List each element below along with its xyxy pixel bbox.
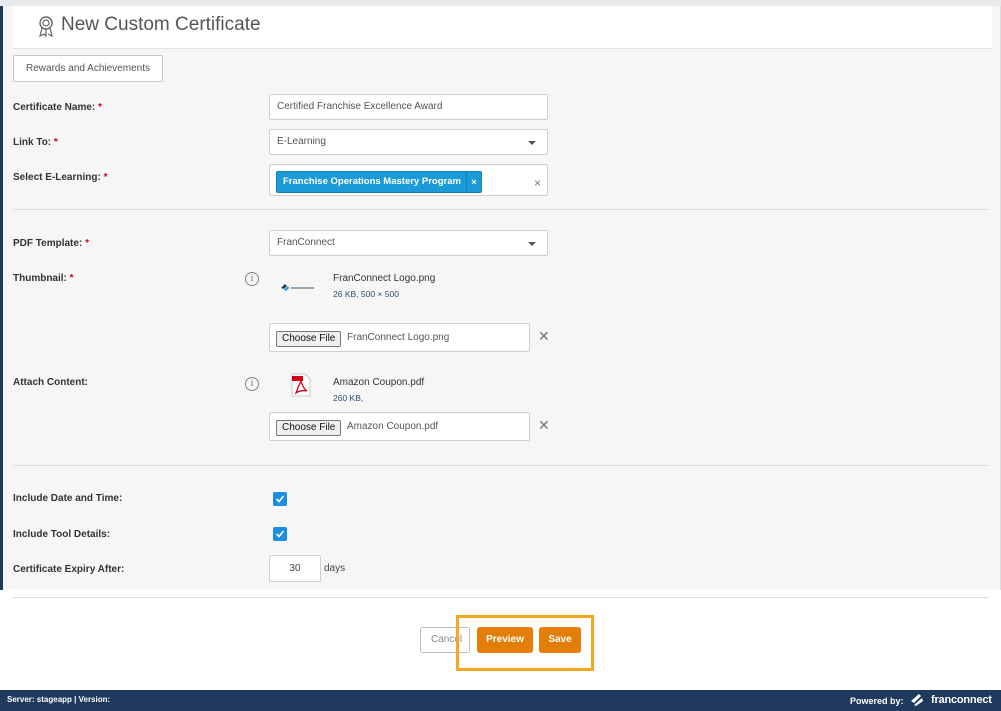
include-tool-details-label: Include Tool Details: bbox=[13, 529, 111, 540]
thumbnail-label-text: Thumbnail: bbox=[13, 273, 67, 284]
page-title: New Custom Certificate bbox=[61, 14, 261, 35]
include-date-time-checkbox[interactable] bbox=[273, 492, 287, 506]
footer: Server: stageapp | Version: Powered by: … bbox=[0, 690, 1001, 711]
section-divider bbox=[13, 465, 989, 466]
selected-elearning-tag: Franchise Operations Mastery Program × bbox=[276, 171, 482, 193]
certificate-expiry-label: Certificate Expiry After: bbox=[13, 564, 125, 575]
franconnect-logo-icon bbox=[911, 694, 923, 706]
link-to-value: E-Learning bbox=[277, 136, 326, 147]
required-marker: * bbox=[69, 273, 74, 284]
clear-selection-icon[interactable]: × bbox=[534, 171, 541, 195]
pdf-template-select[interactable]: FranConnect bbox=[269, 230, 548, 256]
thumbnail-file-name: FranConnect Logo.png bbox=[333, 273, 436, 284]
preview-button[interactable]: Preview bbox=[477, 627, 533, 653]
thumbnail-file-meta: 26 KB, 500 × 500 bbox=[333, 289, 399, 299]
form-panel: New Custom Certificate Rewards and Achie… bbox=[3, 6, 1000, 590]
thumbnail-file-input[interactable]: Choose File FranConnect Logo.png bbox=[269, 323, 530, 352]
thumbnail-label: Thumbnail: * bbox=[13, 273, 74, 284]
certificate-name-input[interactable]: Certified Franchise Excellence Award bbox=[269, 94, 548, 120]
chosen-file-name: Amazon Coupon.pdf bbox=[347, 421, 439, 432]
expiry-unit-label: days bbox=[324, 563, 346, 574]
link-to-label-text: Link To: bbox=[13, 137, 52, 148]
required-marker: * bbox=[85, 238, 89, 249]
required-marker: * bbox=[103, 172, 108, 183]
pdf-template-value: FranConnect bbox=[277, 237, 335, 248]
header-bar: New Custom Certificate bbox=[13, 6, 992, 49]
pdf-template-label: PDF Template: * bbox=[13, 238, 89, 249]
attachment-file-meta: 260 KB, bbox=[333, 393, 364, 403]
attach-content-label-text: Attach Content: bbox=[13, 377, 88, 388]
select-elearning-label-text: Select E-Learning: bbox=[13, 172, 101, 183]
select-elearning-multiselect[interactable]: Franchise Operations Mastery Program × × bbox=[269, 164, 548, 196]
required-marker: * bbox=[98, 102, 102, 113]
actions-divider bbox=[13, 597, 989, 598]
remove-attachment-icon[interactable]: ✕ bbox=[538, 417, 550, 434]
link-to-select[interactable]: E-Learning bbox=[269, 129, 548, 155]
save-button[interactable]: Save bbox=[539, 627, 581, 653]
award-icon bbox=[39, 16, 53, 37]
choose-file-button[interactable]: Choose File bbox=[276, 331, 342, 347]
link-to-label: Link To: * bbox=[13, 137, 58, 148]
checkmark-icon bbox=[275, 495, 285, 503]
choose-file-button[interactable]: Choose File bbox=[276, 420, 342, 436]
chevron-down-icon bbox=[528, 141, 536, 145]
include-date-time-label: Include Date and Time: bbox=[13, 493, 123, 504]
required-marker: * bbox=[53, 137, 58, 148]
attachment-file-name: Amazon Coupon.pdf bbox=[333, 377, 425, 388]
chosen-file-name: FranConnect Logo.png bbox=[347, 332, 450, 343]
select-elearning-label: Select E-Learning: * bbox=[13, 172, 108, 183]
info-icon[interactable]: i bbox=[245, 272, 259, 286]
pdf-file-icon bbox=[291, 373, 311, 397]
selected-elearning-tag-label: Franchise Operations Mastery Program bbox=[283, 176, 461, 187]
certificate-name-label: Certificate Name: * bbox=[13, 102, 102, 113]
tag-remove-icon[interactable]: × bbox=[465, 172, 481, 192]
franconnect-brand: franconnect bbox=[931, 694, 992, 706]
chevron-down-icon bbox=[528, 242, 536, 246]
checkmark-icon bbox=[275, 530, 285, 538]
attach-content-label: Attach Content: bbox=[13, 377, 88, 388]
info-icon[interactable]: i bbox=[245, 377, 259, 391]
remove-thumbnail-icon[interactable]: ✕ bbox=[538, 328, 550, 345]
attachment-file-input[interactable]: Choose File Amazon Coupon.pdf bbox=[269, 412, 530, 441]
powered-by-label: Powered by: bbox=[850, 696, 904, 706]
certificate-name-label-text: Certificate Name: bbox=[13, 102, 96, 113]
section-divider bbox=[13, 209, 989, 210]
expiry-days-input[interactable]: 30 bbox=[269, 555, 321, 582]
pdf-template-label-text: PDF Template: bbox=[13, 238, 83, 249]
thumbnail-preview-image bbox=[281, 284, 314, 291]
server-info: Server: stageapp | Version: bbox=[7, 695, 111, 704]
include-tool-details-checkbox[interactable] bbox=[273, 527, 287, 541]
rewards-achievements-button[interactable]: Rewards and Achievements bbox=[13, 55, 163, 82]
